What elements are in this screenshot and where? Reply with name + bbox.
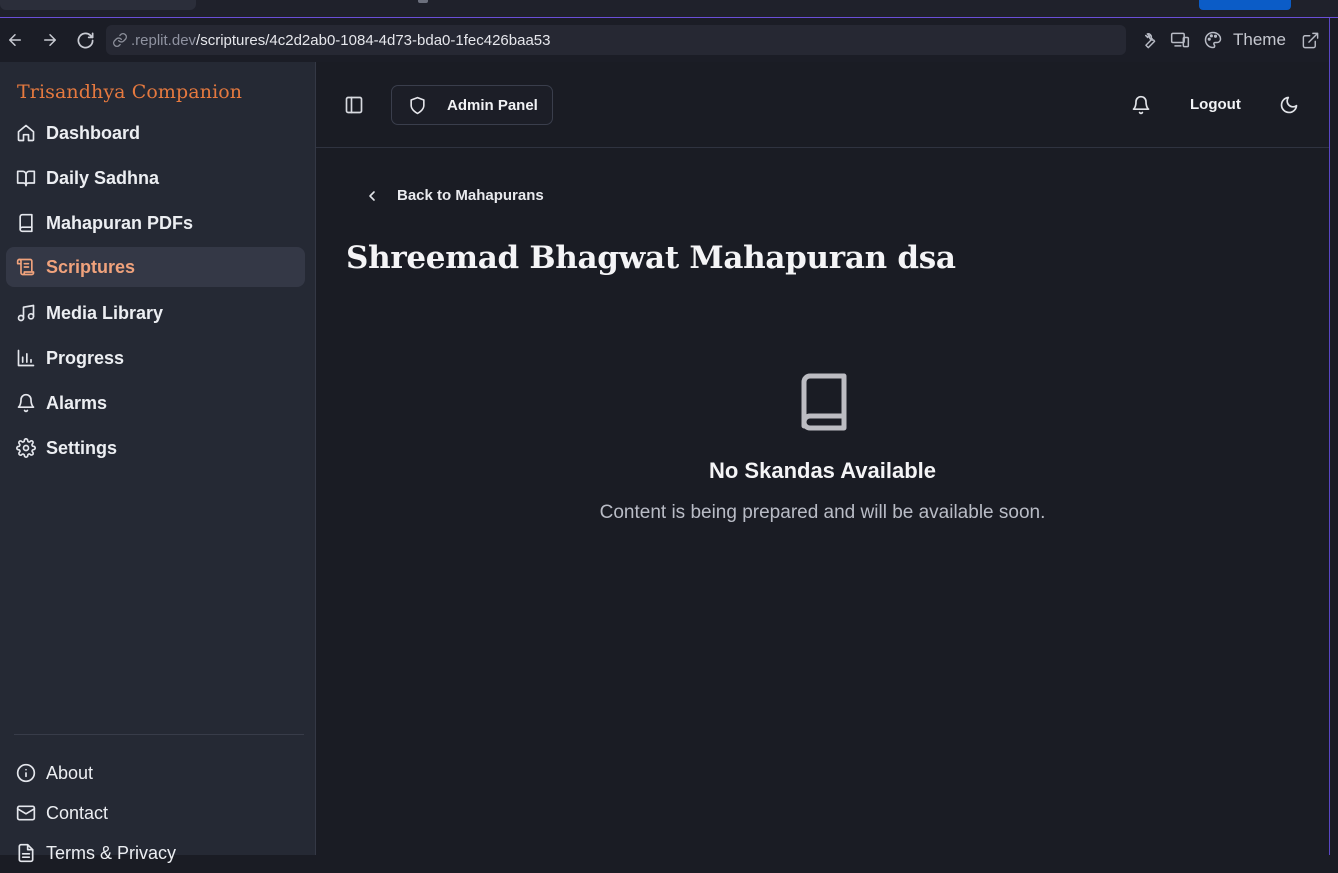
logout-button[interactable]: Logout xyxy=(1190,96,1241,113)
sidebar-item-label: Contact xyxy=(46,802,109,823)
moon-icon[interactable] xyxy=(1279,95,1299,115)
chevron-left-icon xyxy=(364,188,380,204)
back-to-mahapurans-link[interactable]: Back to Mahapurans xyxy=(364,187,544,204)
sidebar-item-label: Daily Sadhna xyxy=(46,167,160,188)
music-icon xyxy=(16,303,36,323)
sidebar: Trisandhya Companion Dashboard Daily Sad… xyxy=(0,62,316,863)
brand-title[interactable]: Trisandhya Companion xyxy=(17,81,242,103)
sidebar-item-dashboard[interactable]: Dashboard xyxy=(6,113,305,153)
browser-action-button[interactable] xyxy=(1199,0,1291,10)
sidebar-item-label: Mahapuran PDFs xyxy=(46,212,194,233)
window-edge xyxy=(1329,18,1338,855)
browser-tab[interactable] xyxy=(0,0,196,10)
sidebar-item-label: Settings xyxy=(46,437,118,458)
bell-icon xyxy=(16,393,36,413)
forward-arrow-icon[interactable] xyxy=(39,29,61,51)
devices-icon[interactable] xyxy=(1169,29,1191,51)
address-bar-row: .replit.dev/scriptures/4c2d2ab0-1084-4d7… xyxy=(0,18,1338,62)
sidebar-item-scriptures[interactable]: Scriptures xyxy=(6,247,305,287)
sidebar-item-terms-privacy[interactable]: Terms & Privacy xyxy=(6,833,305,873)
admin-panel-label: Admin Panel xyxy=(447,96,538,114)
book-icon xyxy=(796,372,852,434)
scroll-icon xyxy=(16,257,36,277)
sidebar-item-media-library[interactable]: Media Library xyxy=(6,293,305,333)
mail-icon xyxy=(16,803,36,823)
gear-icon xyxy=(16,438,36,458)
palette-icon[interactable] xyxy=(1202,29,1224,51)
open-book-icon xyxy=(16,168,36,188)
back-link-label: Back to Mahapurans xyxy=(397,187,544,204)
sidebar-item-alarms[interactable]: Alarms xyxy=(6,383,305,423)
main-content: Admin Panel Logout Back to Mahapurans Sh… xyxy=(316,62,1329,855)
home-icon xyxy=(16,123,36,143)
sidebar-toggle-icon[interactable] xyxy=(344,95,364,115)
sidebar-item-label: Media Library xyxy=(46,302,164,323)
sidebar-item-about[interactable]: About xyxy=(6,753,305,793)
book-icon xyxy=(16,213,36,233)
sidebar-item-label: Scriptures xyxy=(46,256,136,277)
theme-label[interactable]: Theme xyxy=(1233,30,1286,50)
url-field[interactable]: .replit.dev/scriptures/4c2d2ab0-1084-4d7… xyxy=(106,25,1126,55)
sidebar-item-progress[interactable]: Progress xyxy=(6,338,305,378)
back-arrow-icon[interactable] xyxy=(4,29,26,51)
shield-icon xyxy=(408,96,427,115)
admin-panel-button[interactable]: Admin Panel xyxy=(391,85,553,125)
external-link-icon[interactable] xyxy=(1299,29,1321,51)
sidebar-item-mahapuran-pdfs[interactable]: Mahapuran PDFs xyxy=(6,203,305,243)
sidebar-item-daily-sadhna[interactable]: Daily Sadhna xyxy=(6,158,305,198)
browser-tab-strip xyxy=(0,0,1338,18)
wrench-icon[interactable] xyxy=(1136,29,1158,51)
sidebar-item-contact[interactable]: Contact xyxy=(6,793,305,833)
bar-chart-icon xyxy=(16,348,36,368)
tab-favicon xyxy=(418,0,428,3)
page-title: Shreemad Bhagwat Mahapuran dsa xyxy=(346,240,956,276)
sidebar-item-label: Terms & Privacy xyxy=(46,842,177,863)
empty-state-message: Content is being prepared and will be av… xyxy=(599,502,1046,523)
reload-icon[interactable] xyxy=(74,29,96,51)
sidebar-divider xyxy=(14,734,304,735)
url-domain: .replit.dev xyxy=(131,31,197,49)
top-bar: Admin Panel Logout xyxy=(316,62,1329,148)
sidebar-item-settings[interactable]: Settings xyxy=(6,428,305,468)
sidebar-item-label: Dashboard xyxy=(46,122,141,143)
sidebar-item-label: Progress xyxy=(46,347,125,368)
sidebar-item-label: Alarms xyxy=(46,392,108,413)
url-path: /scriptures/4c2d2ab0-1084-4d73-bda0-1fec… xyxy=(196,31,551,49)
link-icon xyxy=(112,32,128,48)
empty-state-title: No Skandas Available xyxy=(708,458,936,483)
info-icon xyxy=(16,763,36,783)
sidebar-item-label: About xyxy=(46,762,94,783)
document-icon xyxy=(16,843,36,863)
notifications-bell-icon[interactable] xyxy=(1131,95,1151,115)
